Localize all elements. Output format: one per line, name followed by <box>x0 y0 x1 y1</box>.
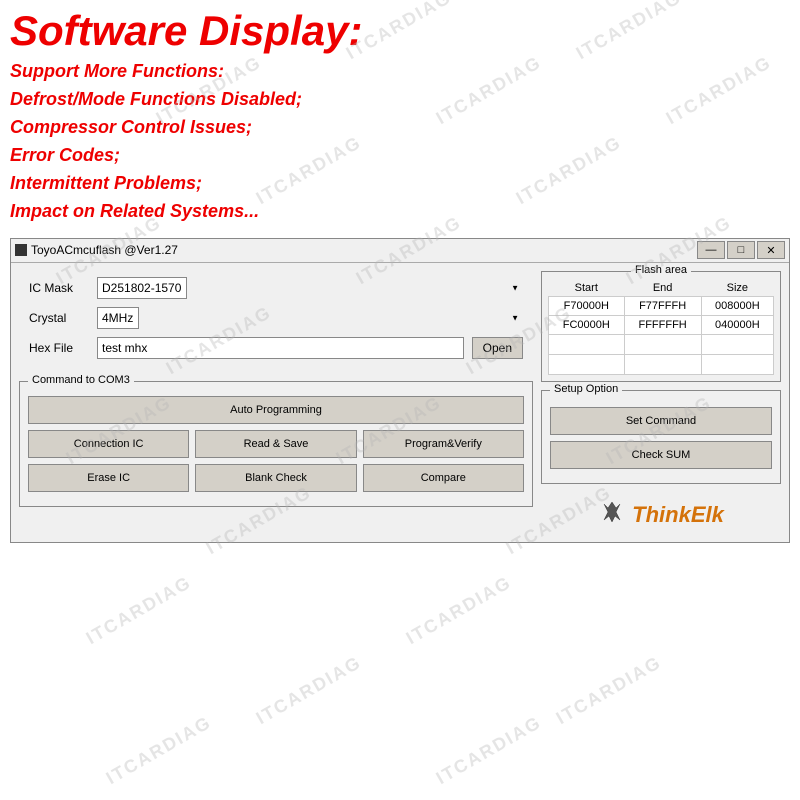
flash-row2-start: FC0000H <box>549 315 625 334</box>
right-panel: Flash area Start End Size F70000H F77FFF… <box>541 271 781 534</box>
ic-mask-select[interactable]: D251802-1570 <box>97 277 187 299</box>
hex-file-label: Hex File <box>29 341 89 355</box>
cmd-row-2: Connection IC Read & Save Program&Verify <box>28 430 524 458</box>
title-bar-controls: — □ ✕ <box>697 241 785 259</box>
flash-row1-size: 008000H <box>701 296 773 315</box>
app-window: ToyoACmcuflash @Ver1.27 — □ ✕ IC Mask D2… <box>10 238 790 543</box>
flash-row4-start <box>549 354 625 374</box>
logo-area: ThinkElk <box>541 492 781 534</box>
restore-button[interactable]: □ <box>727 241 755 259</box>
flash-row-3 <box>549 334 774 354</box>
flash-row3-size <box>701 334 773 354</box>
watermark-23: ITCARDIAG <box>433 712 546 789</box>
subtitle-line-2: Defrost/Mode Functions Disabled; <box>10 86 790 114</box>
subtitle-list: Support More Functions: Defrost/Mode Fun… <box>10 58 790 225</box>
flash-row1-start: F70000H <box>549 296 625 315</box>
subtitle-line-3: Compressor Control Issues; <box>10 114 790 142</box>
subtitle-line-6: Impact on Related Systems... <box>10 198 790 226</box>
connection-ic-button[interactable]: Connection IC <box>28 430 189 458</box>
flash-row2-end: FFFFFFH <box>624 315 701 334</box>
subtitle-line-4: Error Codes; <box>10 142 790 170</box>
setup-buttons: Set Command Check SUM <box>550 407 772 469</box>
read-save-button[interactable]: Read & Save <box>195 430 356 458</box>
flash-header-size: Size <box>701 280 773 297</box>
crystal-select-wrapper: 4MHz <box>97 307 523 329</box>
watermark-18: ITCARDIAG <box>83 572 196 649</box>
flash-table-header: Start End Size <box>549 280 774 297</box>
flash-legend: Flash area <box>631 264 691 276</box>
erase-ic-button[interactable]: Erase IC <box>28 464 189 492</box>
watermark-22: ITCARDIAG <box>103 712 216 789</box>
set-command-button[interactable]: Set Command <box>550 407 772 435</box>
auto-programming-row: Auto Programming <box>28 396 524 424</box>
flash-box: Flash area Start End Size F70000H F77FFF… <box>541 271 781 382</box>
flash-table: Start End Size F70000H F77FFFH 008000H F… <box>548 280 774 375</box>
cmd-row-3: Erase IC Blank Check Compare <box>28 464 524 492</box>
ic-mask-label: IC Mask <box>29 281 89 295</box>
program-verify-button[interactable]: Program&Verify <box>363 430 524 458</box>
check-sum-button[interactable]: Check SUM <box>550 441 772 469</box>
open-button[interactable]: Open <box>472 337 523 359</box>
setup-box: Setup Option Set Command Check SUM <box>541 390 781 484</box>
watermark-19: ITCARDIAG <box>403 572 516 649</box>
subtitle-line-5: Intermittent Problems; <box>10 170 790 198</box>
crystal-select[interactable]: 4MHz <box>97 307 139 329</box>
flash-header-start: Start <box>549 280 625 297</box>
blank-check-button[interactable]: Blank Check <box>195 464 356 492</box>
watermark-21: ITCARDIAG <box>553 652 666 729</box>
title-bar-left: ToyoACmcuflash @Ver1.27 <box>15 243 178 257</box>
close-button[interactable]: ✕ <box>757 241 785 259</box>
compare-button[interactable]: Compare <box>363 464 524 492</box>
auto-programming-button[interactable]: Auto Programming <box>28 396 524 424</box>
minimize-button[interactable]: — <box>697 241 725 259</box>
app-content: IC Mask D251802-1570 Crystal 4MHz <box>11 263 789 542</box>
ic-mask-row: IC Mask D251802-1570 <box>29 277 523 299</box>
command-box: Command to COM3 Auto Programming Connect… <box>19 381 533 507</box>
flash-row-2: FC0000H FFFFFFH 040000H <box>549 315 774 334</box>
crystal-row: Crystal 4MHz <box>29 307 523 329</box>
main-title: Software Display: <box>10 8 790 54</box>
window-title: ToyoACmcuflash @Ver1.27 <box>31 243 178 257</box>
top-section: Software Display: Support More Functions… <box>0 0 800 232</box>
crystal-label: Crystal <box>29 311 89 325</box>
flash-row4-size <box>701 354 773 374</box>
left-panel: IC Mask D251802-1570 Crystal 4MHz <box>19 271 533 534</box>
flash-row1-end: F77FFFH <box>624 296 701 315</box>
title-bar: ToyoACmcuflash @Ver1.27 — □ ✕ <box>11 239 789 263</box>
hex-file-row: Hex File Open <box>29 337 523 359</box>
flash-row3-start <box>549 334 625 354</box>
ic-mask-select-wrapper: D251802-1570 <box>97 277 523 299</box>
flash-row3-end <box>624 334 701 354</box>
thinkelk-text: ThinkElk <box>632 502 724 528</box>
app-icon <box>15 244 27 256</box>
form-area: IC Mask D251802-1570 Crystal 4MHz <box>19 271 533 373</box>
setup-legend: Setup Option <box>550 383 622 395</box>
flash-header-end: End <box>624 280 701 297</box>
flash-row4-end <box>624 354 701 374</box>
command-box-legend: Command to COM3 <box>28 374 134 386</box>
flash-row-1: F70000H F77FFFH 008000H <box>549 296 774 315</box>
subtitle-line-1: Support More Functions: <box>10 58 790 86</box>
flash-row-4 <box>549 354 774 374</box>
watermark-20: ITCARDIAG <box>253 652 366 729</box>
thinkelk-icon <box>598 498 626 532</box>
hex-file-input[interactable] <box>97 337 464 359</box>
flash-row2-size: 040000H <box>701 315 773 334</box>
